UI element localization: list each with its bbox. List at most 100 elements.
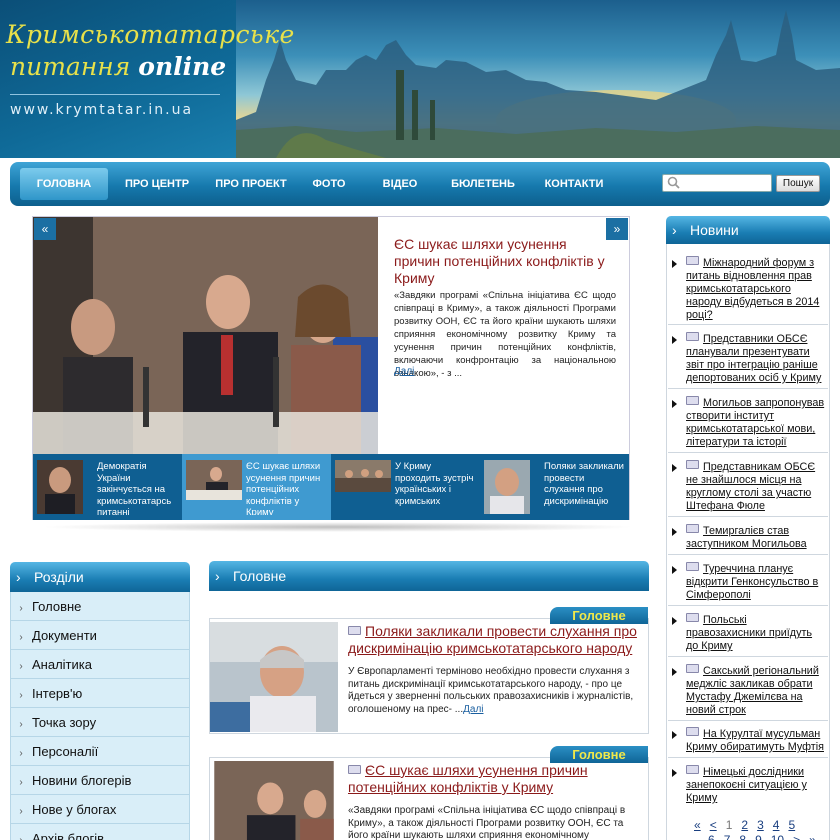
slider-thumb[interactable]: Демократія України закінчується на кримс…: [33, 454, 182, 520]
news-item[interactable]: Німецькі дослідники занепокоєні ситуаціє…: [686, 765, 826, 805]
article-photo[interactable]: [210, 622, 338, 732]
article-title[interactable]: Поляки закликали провести слухання про д…: [348, 623, 642, 657]
news-divider: [668, 554, 828, 555]
nav-item-holovna[interactable]: ГОЛОВНА: [20, 168, 108, 200]
section-item[interactable]: › Персоналії: [10, 737, 190, 766]
article-title-text: ЄС шукає шляхи усунення причин потенційн…: [348, 762, 588, 795]
section-item-label: Точка зору: [32, 715, 97, 730]
article-photo[interactable]: [210, 761, 338, 840]
pager-page[interactable]: 5: [788, 818, 795, 832]
pager-current-page: 1: [725, 818, 733, 832]
news-item[interactable]: Могильов запропонував створити інститут …: [686, 396, 826, 449]
search-button[interactable]: Пошук: [776, 175, 820, 192]
section-item[interactable]: › Новини блогерів: [10, 766, 190, 795]
news-pagination: « <1 2 3 4 5: [694, 818, 804, 832]
news-item-text: Німецькі дослідники занепокоєні ситуаціє…: [686, 766, 807, 804]
news-item-text: Туреччина планує відкрити Генконсульство…: [686, 563, 819, 601]
news-item[interactable]: Представники ОБСЄ планували презентувати…: [686, 332, 826, 385]
bullet-icon: ›: [19, 661, 23, 672]
article-more-link[interactable]: Далі: [463, 704, 483, 715]
pager-page[interactable]: 9: [755, 833, 762, 840]
nav-item-kontakty[interactable]: КОНТАКТИ: [536, 168, 612, 200]
nav-item-pro-proekt[interactable]: ПРО ПРОЕКТ: [206, 168, 296, 200]
pager-page[interactable]: 3: [757, 818, 764, 832]
news-divider: [668, 656, 828, 657]
section-item[interactable]: › Головне: [10, 592, 190, 621]
bullet-icon: ›: [19, 719, 23, 730]
pager-last[interactable]: »: [809, 833, 816, 840]
sections-title: Розділи: [34, 569, 84, 585]
rss-icon: [686, 765, 699, 774]
slider-thumb-active[interactable]: ЄС шукає шляхи усунення причин потенційн…: [182, 454, 331, 520]
nav-item-biuleten[interactable]: БЮЛЕТЕНЬ: [442, 168, 524, 200]
article-excerpt-text: У Європарламенті терміново необхідно про…: [348, 666, 634, 715]
article-title[interactable]: ЄС шукає шляхи усунення причин потенційн…: [348, 762, 642, 796]
thumb-caption: Демократія України закінчується на кримс…: [97, 461, 172, 515]
section-item[interactable]: › Нове у блогах: [10, 795, 190, 824]
news-item[interactable]: Туреччина планує відкрити Генконсульство…: [686, 562, 826, 602]
section-item[interactable]: › Інтерв'ю: [10, 679, 190, 708]
featured-slide-title[interactable]: ЄС шукає шляхи усунення причин потенційн…: [394, 236, 616, 287]
rss-icon: [348, 765, 361, 774]
news-item-text: Міжнародний форум з питань відновлення п…: [686, 257, 820, 321]
site-logo-title[interactable]: Кримськотатарське: [6, 20, 295, 49]
pager-page[interactable]: 7: [724, 833, 731, 840]
nav-item-video[interactable]: ВІДЕО: [372, 168, 428, 200]
news-divider: [668, 516, 828, 517]
pager-next[interactable]: >: [793, 833, 800, 840]
bullet-icon: ›: [19, 806, 23, 817]
pager-page[interactable]: 2: [741, 818, 748, 832]
news-item[interactable]: Міжнародний форум з питань відновлення п…: [686, 256, 826, 322]
slider-prev-button[interactable]: «: [34, 218, 56, 240]
bullet-icon: [672, 400, 677, 408]
rss-icon: [686, 396, 699, 405]
site-logo-subtitle[interactable]: питання online: [10, 52, 226, 81]
rss-icon: [686, 256, 699, 265]
bullet-icon: ›: [19, 748, 23, 759]
news-item[interactable]: Представникам ОБСЄ не знайшлося місця на…: [686, 460, 826, 513]
nav-item-pro-tsentr[interactable]: ПРО ЦЕНТР: [114, 168, 200, 200]
news-item-text: Представникам ОБСЄ не знайшлося місця на…: [686, 461, 816, 512]
bullet-icon: [672, 566, 677, 574]
page: Кримськотатарське питання online www.kry…: [0, 0, 840, 840]
main-title: Головне: [233, 568, 287, 584]
thumb-caption: Поляки закликали провести слухання про д…: [544, 461, 624, 507]
pager-page[interactable]: 6: [708, 833, 715, 840]
bullet-icon: ›: [19, 690, 23, 701]
article-category-tag[interactable]: Головне: [550, 607, 648, 624]
news-header: › Новини: [666, 216, 830, 244]
article-category-tag[interactable]: Головне: [550, 746, 648, 763]
section-item[interactable]: › Точка зору: [10, 708, 190, 737]
article-excerpt: У Європарламенті терміново необхідно про…: [348, 666, 644, 716]
bullet-icon: ›: [19, 777, 23, 788]
section-item[interactable]: ›Архів блогів: [10, 824, 190, 840]
article-card: Головне ЄС шукає шляхи усунення причин п…: [209, 746, 649, 840]
section-item-label: Архів блогів: [32, 831, 105, 840]
news-item-text: На Курултаї мусульман Криму обиратимуть …: [686, 728, 824, 753]
section-item-label: Інтерв'ю: [32, 686, 83, 701]
pager-first[interactable]: «: [694, 818, 701, 832]
thumb-photo: [186, 460, 242, 500]
thumb-photo: [37, 460, 83, 514]
news-item[interactable]: Сакський регіональний меджліс закликав о…: [686, 664, 826, 717]
featured-slide-more-link[interactable]: Далі: [394, 366, 414, 377]
slider-thumb[interactable]: Поляки закликали провести слухання про д…: [480, 454, 629, 520]
pager-prev[interactable]: <: [710, 818, 717, 832]
pager-page[interactable]: 10: [771, 833, 784, 840]
nav-item-foto[interactable]: ФОТО: [306, 168, 352, 200]
pager-page[interactable]: 8: [739, 833, 746, 840]
section-item[interactable]: › Аналітика: [10, 650, 190, 679]
slider-thumb[interactable]: У Криму проходить зустріч українських і …: [331, 454, 480, 520]
news-item[interactable]: Польські правозахисники приїдуть до Крим…: [686, 613, 826, 653]
news-item[interactable]: Темиргалієв став заступником Могильова: [686, 524, 826, 551]
rss-icon: [686, 524, 699, 533]
rss-icon: [686, 664, 699, 673]
article-card: Головне Поляки закликали провести слухан…: [209, 607, 649, 734]
pager-page[interactable]: 4: [773, 818, 780, 832]
featured-slide-photo[interactable]: [33, 217, 378, 454]
section-item[interactable]: › Документи: [10, 621, 190, 650]
bullet-icon: ›: [19, 603, 23, 614]
news-item[interactable]: На Курултаї мусульман Криму обиратимуть …: [686, 727, 826, 754]
rss-icon: [686, 727, 699, 736]
section-item-label: Аналітика: [32, 657, 92, 672]
